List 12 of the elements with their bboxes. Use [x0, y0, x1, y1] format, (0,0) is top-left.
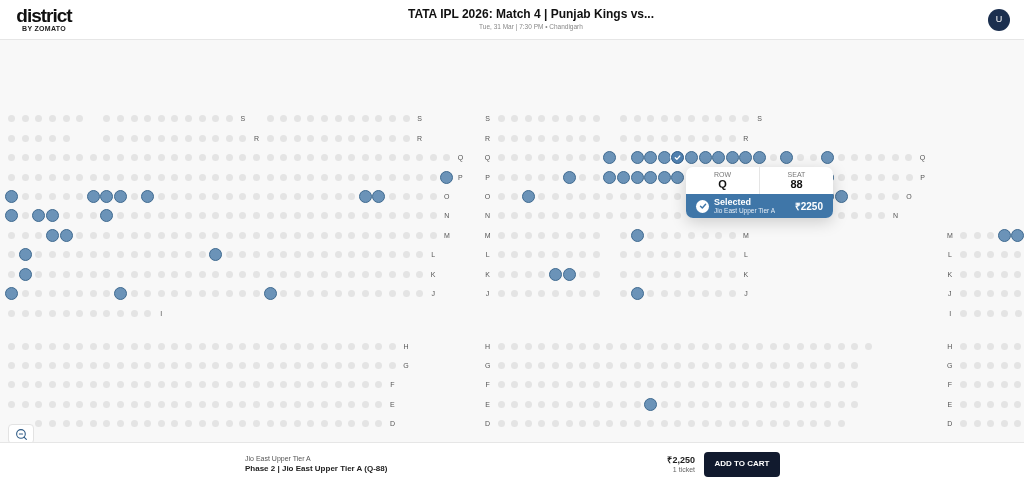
row-value: Q — [718, 177, 727, 191]
add-to-cart-button[interactable]: ADD TO CART — [704, 451, 780, 477]
seat-price: ₹2250 — [794, 199, 823, 214]
seat-value: 88 — [790, 177, 803, 191]
zoom-out-button[interactable] — [8, 424, 34, 444]
avatar[interactable]: U — [988, 8, 1010, 31]
event-title: TATA IPL 2026: Match 4 | Punjab Kings vs... — [407, 7, 655, 23]
selection-summary: Phase 2 | Jio East Upper Tier A (Q-88) — [245, 463, 388, 474]
status-text: Selected — [714, 197, 753, 207]
check-icon — [673, 153, 683, 163]
zoom-out-icon — [14, 427, 28, 441]
total-price: ₹2,250 — [667, 454, 695, 465]
